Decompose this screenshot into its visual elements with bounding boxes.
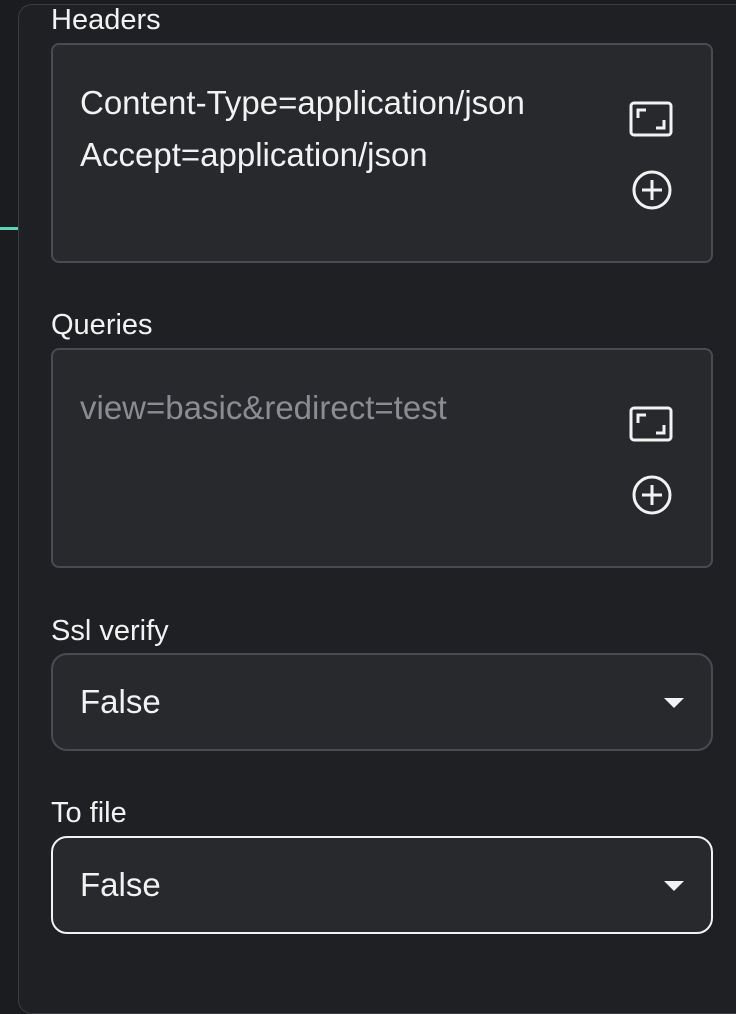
ssl-verify-select[interactable]: False bbox=[51, 653, 713, 751]
queries-placeholder: view=basic&redirect=test bbox=[80, 389, 447, 426]
headers-line-2: Accept=application/json bbox=[80, 136, 428, 173]
to-file-value: False bbox=[80, 866, 161, 903]
expand-icon[interactable] bbox=[629, 99, 673, 143]
chevron-down-icon bbox=[664, 698, 684, 708]
headers-line-1: Content-Type=application/json bbox=[80, 84, 525, 121]
headers-label: Headers bbox=[51, 4, 161, 36]
plus-circle-icon[interactable] bbox=[630, 168, 674, 212]
to-file-label: To file bbox=[51, 797, 127, 829]
expand-icon[interactable] bbox=[629, 404, 673, 448]
chevron-down-icon bbox=[664, 881, 684, 891]
plus-circle-icon[interactable] bbox=[630, 473, 674, 517]
queries-label: Queries bbox=[51, 309, 153, 341]
ssl-verify-label: Ssl verify bbox=[51, 615, 169, 647]
connector-edge bbox=[0, 227, 19, 230]
ssl-verify-value: False bbox=[80, 683, 161, 720]
headers-textarea[interactable]: Content-Type=application/json Accept=app… bbox=[51, 43, 713, 263]
to-file-select[interactable]: False bbox=[51, 836, 713, 934]
queries-textarea[interactable]: view=basic&redirect=test bbox=[51, 348, 713, 568]
